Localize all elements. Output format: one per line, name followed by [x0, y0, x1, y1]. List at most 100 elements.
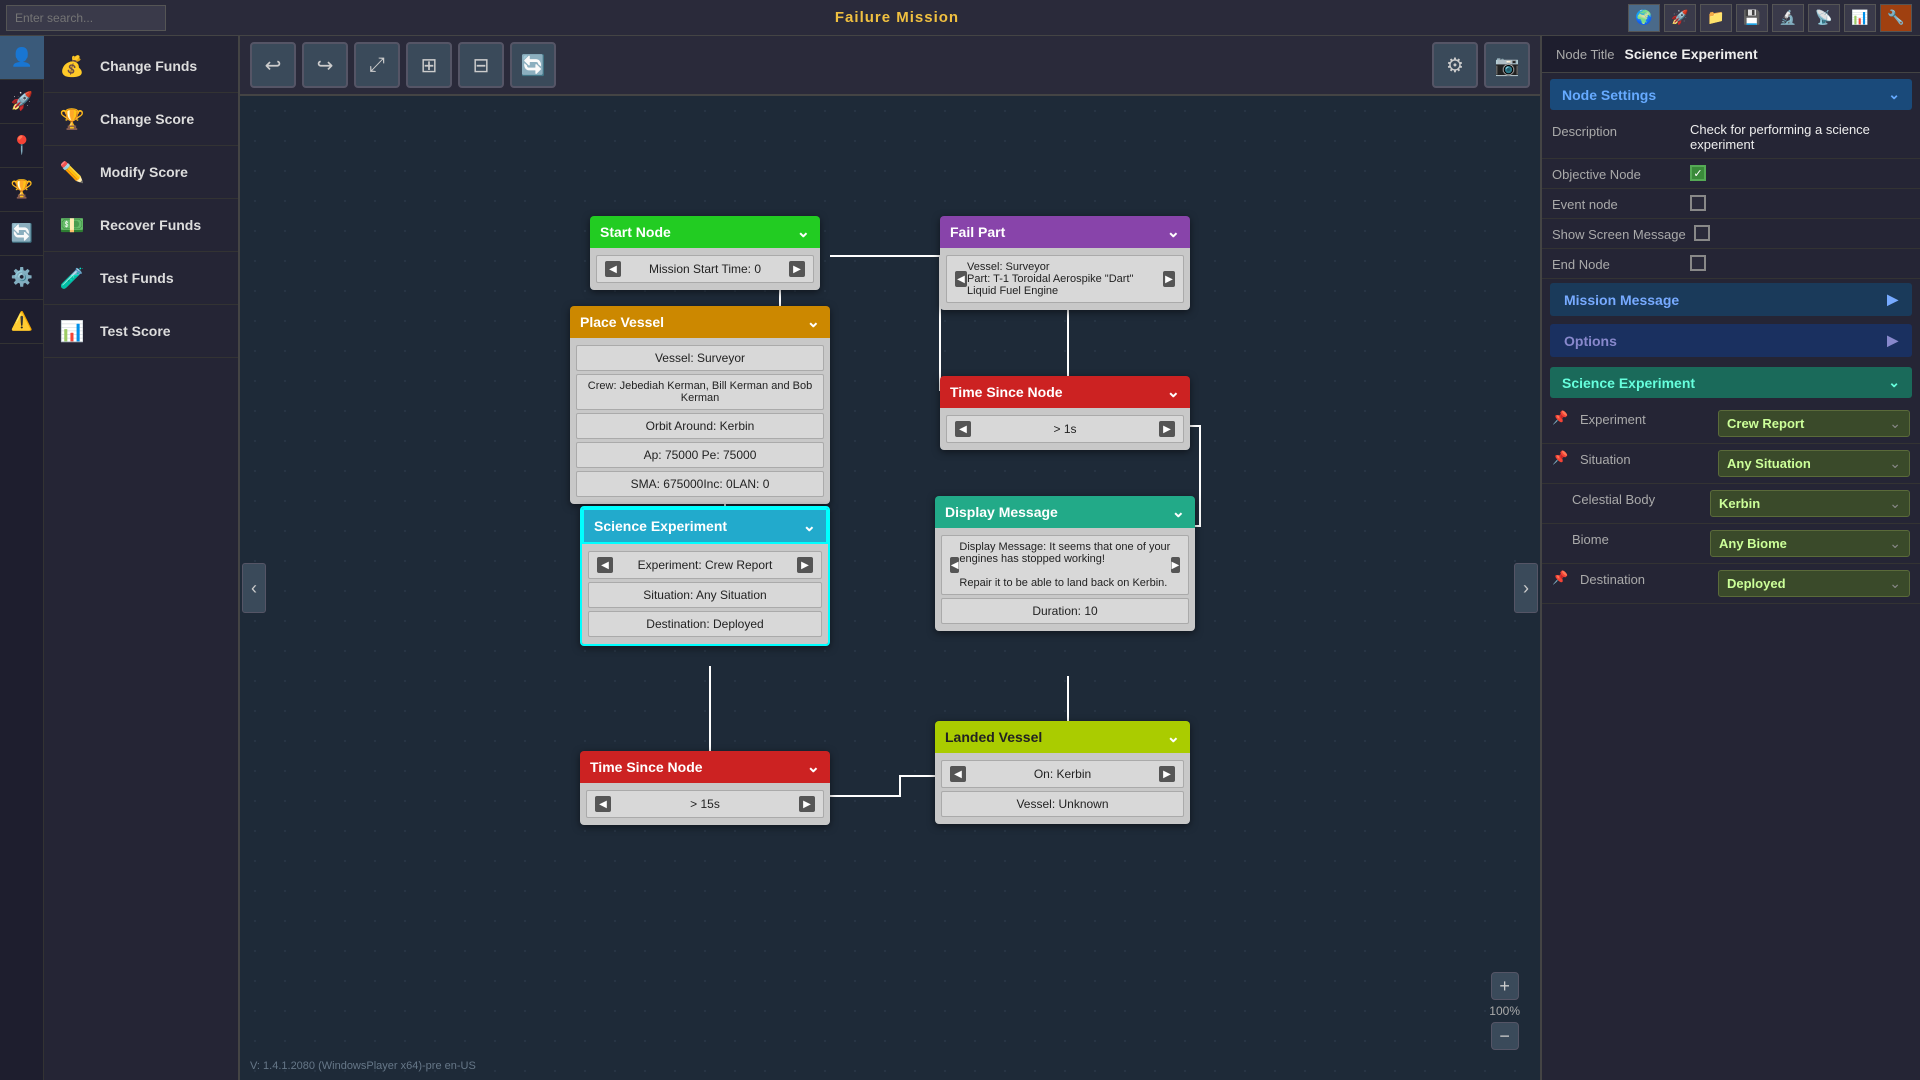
node-landed-collapse[interactable]: ⌄	[1167, 727, 1180, 747]
canvas-nav-right[interactable]: ›	[1514, 563, 1538, 613]
node-display-right-arrow[interactable]: ▶	[1171, 557, 1180, 573]
canvas-area[interactable]: ‹ › Start Node ⌄ ◀ Mission Start Time: 0…	[240, 96, 1540, 1080]
node-settings-label: Node Settings	[1562, 87, 1656, 103]
node-fail-header: Fail Part ⌄	[940, 216, 1190, 248]
nav-icon-rocket[interactable]: 🚀	[0, 80, 44, 124]
mission-message-button[interactable]: Mission Message ▶	[1550, 283, 1912, 316]
toolbar-redo[interactable]: ↪	[302, 42, 348, 88]
toolbar-add[interactable]: ⊞	[406, 42, 452, 88]
destination-value: Deployed	[1727, 576, 1786, 591]
node-landed-vessel[interactable]: Landed Vessel ⌄ ◀ On: Kerbin ▶ Vessel: U…	[935, 721, 1190, 824]
description-value: Check for performing a science experimen…	[1690, 122, 1910, 152]
nav-icon-gear[interactable]: ⚙️	[0, 256, 44, 300]
sidebar-item-recover-funds[interactable]: 💵 Recover Funds	[44, 199, 238, 252]
node-time1-collapse[interactable]: ⌄	[1167, 382, 1180, 402]
canvas-nav-left[interactable]: ‹	[242, 563, 266, 613]
toolbar-undo[interactable]: ↩	[250, 42, 296, 88]
node-time2-left-arrow[interactable]: ◀	[595, 796, 611, 812]
nav-icon-alert[interactable]: ⚠️	[0, 300, 44, 344]
biome-dropdown[interactable]: Any Biome ⌄	[1710, 530, 1910, 557]
node-science-right-arrow[interactable]: ▶	[797, 557, 813, 573]
end-node-checkbox[interactable]	[1690, 255, 1706, 271]
toolbar-expand[interactable]: ⤢	[354, 42, 400, 88]
experiment-dropdown[interactable]: Crew Report ⌄	[1718, 410, 1910, 437]
icon-globe[interactable]: 🌍	[1628, 4, 1660, 32]
panel-field-end-node: End Node	[1542, 249, 1920, 279]
zoom-out-button[interactable]: −	[1491, 1022, 1519, 1050]
node-time2-body: ◀ > 15s ▶	[580, 783, 830, 825]
node-fail-collapse[interactable]: ⌄	[1167, 222, 1180, 242]
node-place-title: Place Vessel	[580, 314, 664, 330]
icon-wrench[interactable]: 🔧	[1880, 4, 1912, 32]
node-landed-left-arrow[interactable]: ◀	[950, 766, 966, 782]
node-science-left-arrow[interactable]: ◀	[597, 557, 613, 573]
node-start-right-arrow[interactable]: ▶	[789, 261, 805, 277]
node-place-collapse[interactable]: ⌄	[807, 312, 820, 332]
node-fail-part[interactable]: Fail Part ⌄ ◀ Vessel: SurveyorPart: T-1 …	[940, 216, 1190, 310]
search-input[interactable]	[6, 5, 166, 31]
options-button[interactable]: Options ▶	[1550, 324, 1912, 357]
sidebar-item-change-score[interactable]: 🏆 Change Score	[44, 93, 238, 146]
node-time2-right-arrow[interactable]: ▶	[799, 796, 815, 812]
icon-folder[interactable]: 📁	[1700, 4, 1732, 32]
destination-dropdown[interactable]: Deployed ⌄	[1718, 570, 1910, 597]
node-fail-right-arrow[interactable]: ▶	[1163, 271, 1175, 287]
event-node-checkbox[interactable]	[1690, 195, 1706, 211]
objective-node-label: Objective Node	[1552, 165, 1682, 182]
icon-gear[interactable]: 🔬	[1772, 4, 1804, 32]
zoom-in-button[interactable]: +	[1491, 972, 1519, 1000]
node-start-collapse[interactable]: ⌄	[797, 222, 810, 242]
icon-save[interactable]: 💾	[1736, 4, 1768, 32]
node-display-message[interactable]: Display Message ⌄ ◀ Display Message: It …	[935, 496, 1195, 631]
nav-icon-pin[interactable]: 📍	[0, 124, 44, 168]
show-screen-message-checkbox[interactable]	[1694, 225, 1710, 241]
nav-icon-trophy[interactable]: 🏆	[0, 168, 44, 212]
node-landed-right-arrow[interactable]: ▶	[1159, 766, 1175, 782]
node-time1-left-arrow[interactable]: ◀	[955, 421, 971, 437]
test-funds-icon: 🧪	[54, 260, 90, 296]
node-settings-header[interactable]: Node Settings ⌄	[1550, 79, 1912, 110]
node-fail-left-arrow[interactable]: ◀	[955, 271, 967, 287]
node-start[interactable]: Start Node ⌄ ◀ Mission Start Time: 0 ▶	[590, 216, 820, 290]
objective-node-checkbox[interactable]	[1690, 165, 1706, 181]
icon-signal[interactable]: 📡	[1808, 4, 1840, 32]
node-start-left-arrow[interactable]: ◀	[605, 261, 621, 277]
experiment-value: Crew Report	[1727, 416, 1804, 431]
mission-message-label: Mission Message	[1564, 292, 1679, 308]
node-place-ap-pe: Ap: 75000 Pe: 75000	[576, 442, 824, 468]
science-experiment-section-header[interactable]: Science Experiment ⌄	[1550, 367, 1912, 398]
icon-chart[interactable]: 📊	[1844, 4, 1876, 32]
celestial-body-dropdown[interactable]: Kerbin ⌄	[1710, 490, 1910, 517]
node-fail-vessel: ◀ Vessel: SurveyorPart: T-1 Toroidal Aer…	[946, 255, 1184, 303]
sidebar-item-modify-score[interactable]: ✏️ Modify Score	[44, 146, 238, 199]
sidebar-item-test-score[interactable]: 📊 Test Score	[44, 305, 238, 358]
icon-rocket[interactable]: 🚀	[1664, 4, 1696, 32]
toolbar: ↩ ↪ ⤢ ⊞ ⊟ 🔄 ⚙ 📷	[240, 36, 1540, 96]
celestial-body-value: Kerbin	[1719, 496, 1760, 511]
nav-icon-person[interactable]: 👤	[0, 36, 44, 80]
show-screen-message-label: Show Screen Message	[1552, 225, 1686, 242]
node-time1-right-arrow[interactable]: ▶	[1159, 421, 1175, 437]
main-layout: 👤 🚀 📍 🏆 🔄 ⚙️ ⚠️ 💰 Change Funds 🏆 Change …	[0, 36, 1920, 1080]
change-score-label: Change Score	[100, 111, 194, 127]
toolbar-settings[interactable]: ⚙	[1432, 42, 1478, 88]
node-time2-collapse[interactable]: ⌄	[807, 757, 820, 777]
node-science-experiment[interactable]: Science Experiment ⌄ ◀ Experiment: Crew …	[580, 506, 830, 646]
node-display-left-arrow[interactable]: ◀	[950, 557, 959, 573]
recover-funds-icon: 💵	[54, 207, 90, 243]
node-science-collapse[interactable]: ⌄	[803, 516, 816, 536]
sidebar-item-test-funds[interactable]: 🧪 Test Funds	[44, 252, 238, 305]
toolbar-refresh[interactable]: 🔄	[510, 42, 556, 88]
situation-dropdown[interactable]: Any Situation ⌄	[1718, 450, 1910, 477]
panel-science-experiment: Science Experiment ⌄	[1550, 367, 1912, 398]
node-time-since-1[interactable]: Time Since Node ⌄ ◀ > 1s ▶	[940, 376, 1190, 450]
toolbar-remove[interactable]: ⊟	[458, 42, 504, 88]
modify-score-label: Modify Score	[100, 164, 188, 180]
nav-icon-refresh[interactable]: 🔄	[0, 212, 44, 256]
node-display-collapse[interactable]: ⌄	[1172, 502, 1185, 522]
sidebar-item-change-funds[interactable]: 💰 Change Funds	[44, 40, 238, 93]
node-time-since-2[interactable]: Time Since Node ⌄ ◀ > 15s ▶	[580, 751, 830, 825]
situation-pin-icon: 📌	[1552, 450, 1568, 466]
toolbar-camera[interactable]: 📷	[1484, 42, 1530, 88]
node-place-vessel[interactable]: Place Vessel ⌄ Vessel: Surveyor Crew: Je…	[570, 306, 830, 504]
